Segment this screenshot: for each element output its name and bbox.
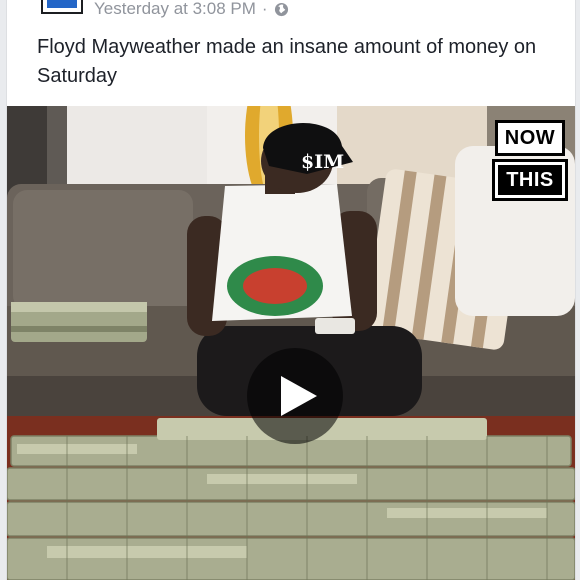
brand-this: THIS [492, 159, 568, 201]
post-meta: Yesterday at 3:08 PM · [94, 0, 289, 21]
play-icon [281, 376, 317, 416]
brand-now: NOW [495, 120, 565, 156]
post-options-icon[interactable] [511, 0, 539, 6]
post-card: Yesterday at 3:08 PM · Floyd Mayweather … [6, 0, 576, 580]
post-text: Floyd Mayweather made an insane amount o… [37, 36, 537, 87]
nowthis-logo: NOW THIS [492, 120, 568, 202]
globe-icon [274, 2, 289, 17]
cap-logo: $IM [301, 151, 344, 173]
page-avatar[interactable] [41, 0, 83, 14]
video-player[interactable]: $IM NOW THIS [7, 106, 575, 580]
video-frame: $IM [7, 106, 575, 580]
play-button[interactable] [247, 348, 343, 444]
meta-separator: · [261, 0, 268, 18]
post-timestamp[interactable]: Yesterday at 3:08 PM [94, 0, 256, 19]
